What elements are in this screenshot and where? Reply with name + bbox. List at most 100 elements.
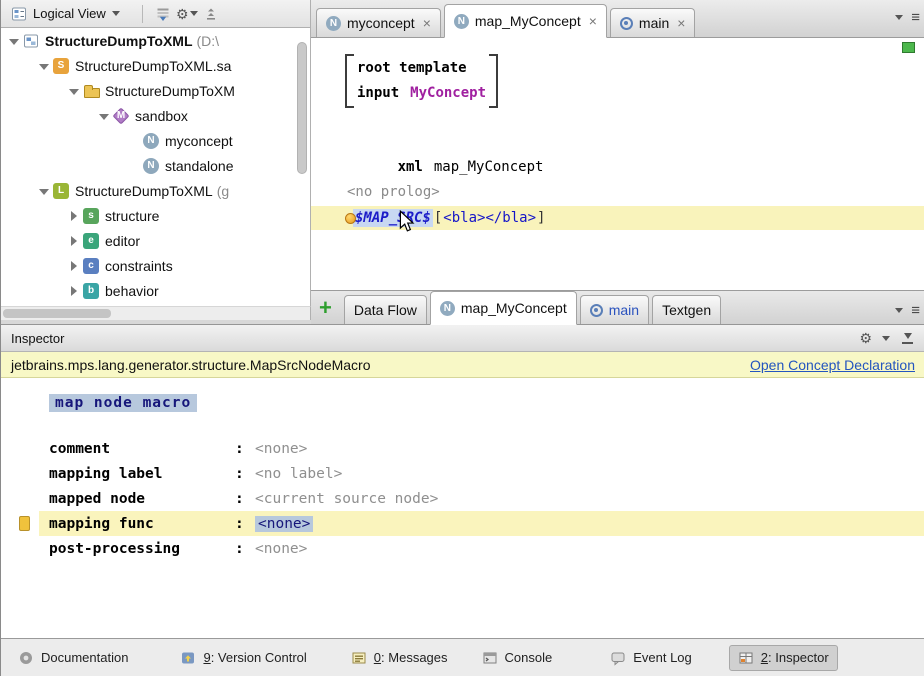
property-row-mapping-func[interactable]: mapping func : <none> (1, 511, 924, 536)
statusbar-version-control[interactable]: 9: Version Control (171, 645, 315, 671)
tab-list-dropdown-icon[interactable] (895, 308, 903, 313)
expand-arrow-icon[interactable] (37, 184, 51, 198)
tree-item-behavior[interactable]: b behavior (1, 278, 310, 303)
close-tab-icon[interactable]: × (677, 16, 685, 30)
gear-icon: ⚙ (176, 7, 189, 21)
prolog-placeholder[interactable]: <no prolog> (347, 180, 440, 205)
tree-item-sandbox[interactable]: M sandbox (1, 103, 310, 128)
collapse-arrow-icon[interactable] (67, 284, 81, 298)
tree-item-constraints[interactable]: c constraints (1, 253, 310, 278)
editor-bottom-tab-bar: + Data Flow N map_MyConcept main Textgen… (311, 290, 924, 324)
node-header[interactable]: map node macro (49, 394, 197, 412)
macro-template-code[interactable]: <bla></bla> (443, 210, 536, 226)
statusbar-event-log[interactable]: Event Log (601, 645, 701, 671)
tree-item-myconcept[interactable]: N myconcept (1, 128, 310, 153)
statusbar-inspector[interactable]: 2: Inspector (729, 645, 838, 671)
tree-item-solution-model[interactable]: S StructureDumpToXML.sa (1, 53, 310, 78)
view-selector-label: Logical View (33, 6, 106, 21)
expand-arrow-icon[interactable] (97, 109, 111, 123)
tab-bar-controls: ≡ (895, 303, 920, 318)
property-name: mapping label (49, 466, 235, 482)
property-row-mapped-node[interactable]: mapped node : <current source node> (1, 486, 924, 511)
concept-node-icon: N (326, 16, 341, 31)
close-tab-icon[interactable]: × (589, 14, 597, 28)
logical-view-icon (11, 6, 27, 22)
tree-item-label: StructureDumpToXML (75, 183, 213, 199)
tab-menu-icon[interactable]: ≡ (911, 10, 920, 25)
toolbar-separator (142, 5, 143, 23)
tab-bar-controls: ≡ (895, 10, 920, 25)
settings-button[interactable]: ⚙ (175, 3, 199, 25)
input-concept-name[interactable]: MyConcept (410, 85, 486, 101)
collapse-arrow-icon[interactable] (67, 234, 81, 248)
tree-item-editor[interactable]: e editor (1, 228, 310, 253)
property-value[interactable]: <current source node> (255, 491, 438, 507)
concept-node-icon: N (143, 158, 159, 174)
scroll-from-source-button[interactable] (151, 3, 175, 25)
bottom-tab-data-flow[interactable]: Data Flow (344, 295, 427, 324)
statusbar-messages[interactable]: 0: Messages (342, 645, 457, 671)
gutter-marker-icon (19, 516, 30, 531)
property-row-post-processing[interactable]: post-processing : <none> (1, 536, 924, 561)
statusbar-console[interactable]: Console (473, 645, 562, 671)
property-colon: : (235, 466, 255, 482)
constraints-aspect-icon: c (83, 258, 99, 274)
tab-main[interactable]: main × (610, 8, 696, 37)
tree-item-label: StructureDumpToXM (105, 83, 235, 99)
concept-fqname: jetbrains.mps.lang.generator.structure.M… (11, 357, 371, 373)
inspector-content[interactable]: map node macro comment : <none> mapping … (1, 378, 924, 638)
gear-icon[interactable]: ⚙ (859, 331, 872, 345)
tab-map-myconcept[interactable]: N map_MyConcept × (444, 4, 607, 38)
version-control-icon (180, 650, 196, 666)
open-concept-declaration-link[interactable]: Open Concept Declaration (750, 357, 915, 373)
collapse-arrow-icon[interactable] (67, 209, 81, 223)
property-value[interactable]: <none> (255, 516, 313, 532)
tab-label: main (639, 15, 669, 31)
model-icon: M (113, 108, 129, 124)
tab-myconcept[interactable]: N myconcept × (316, 8, 441, 37)
expand-arrow-icon[interactable] (67, 84, 81, 98)
language-icon: L (53, 183, 69, 199)
tree-item-language[interactable]: L StructureDumpToXML (g (1, 178, 310, 203)
collapse-arrow-icon[interactable] (67, 259, 81, 273)
editor-pane[interactable]: root template inputMyConcept xmlmap_MyCo… (311, 38, 924, 290)
property-row-mapping-label[interactable]: mapping label : <no label> (1, 461, 924, 486)
property-row-comment[interactable]: comment : <none> (1, 436, 924, 461)
bottom-tab-main[interactable]: main (580, 295, 649, 324)
expand-arrow-icon[interactable] (37, 59, 51, 73)
property-value[interactable]: <no label> (255, 466, 342, 482)
tab-label: Textgen (662, 302, 711, 318)
map-src-macro[interactable]: $MAP_SRC$ (353, 209, 433, 227)
expand-arrow-icon[interactable] (7, 34, 21, 48)
tree-item-standalone[interactable]: N standalone (1, 153, 310, 178)
close-tab-icon[interactable]: × (423, 16, 431, 30)
xml-root-name: map_MyConcept (434, 159, 544, 175)
add-tab-button[interactable]: + (319, 297, 332, 319)
property-colon: : (235, 441, 255, 457)
property-value[interactable]: <none> (255, 541, 307, 557)
input-keyword: input (357, 85, 399, 101)
property-colon: : (235, 516, 255, 532)
tree-item-structuredumptoxml-project[interactable]: StructureDumpToXML (D:\ (1, 28, 310, 53)
tab-menu-icon[interactable]: ≡ (911, 303, 920, 318)
macro-icon (345, 213, 356, 224)
macro-close-bracket: ] (537, 210, 545, 226)
property-value[interactable]: <none> (255, 441, 307, 457)
scrollbar-thumb[interactable] (3, 309, 111, 318)
bottom-tab-textgen[interactable]: Textgen (652, 295, 721, 324)
editor-aspect-icon: e (83, 233, 99, 249)
tab-list-dropdown-icon[interactable] (895, 15, 903, 20)
statusbar-documentation[interactable]: Documentation (9, 645, 137, 671)
tree-item-folder[interactable]: StructureDumpToXM (1, 78, 310, 103)
collapse-all-button[interactable] (199, 3, 223, 25)
view-selector[interactable]: Logical View (7, 4, 124, 24)
hide-panel-icon[interactable] (900, 331, 915, 346)
tree-item-label: editor (105, 233, 140, 249)
bottom-tab-map-myconcept[interactable]: N map_MyConcept (430, 291, 577, 325)
tree-vertical-scrollbar[interactable] (297, 42, 307, 174)
property-name: mapping func (49, 516, 235, 532)
tree-horizontal-scrollbar[interactable] (1, 306, 311, 320)
template-declaration: root template inputMyConcept (345, 54, 498, 108)
inspector-icon (738, 650, 754, 666)
tree-item-structure[interactable]: s structure (1, 203, 310, 228)
